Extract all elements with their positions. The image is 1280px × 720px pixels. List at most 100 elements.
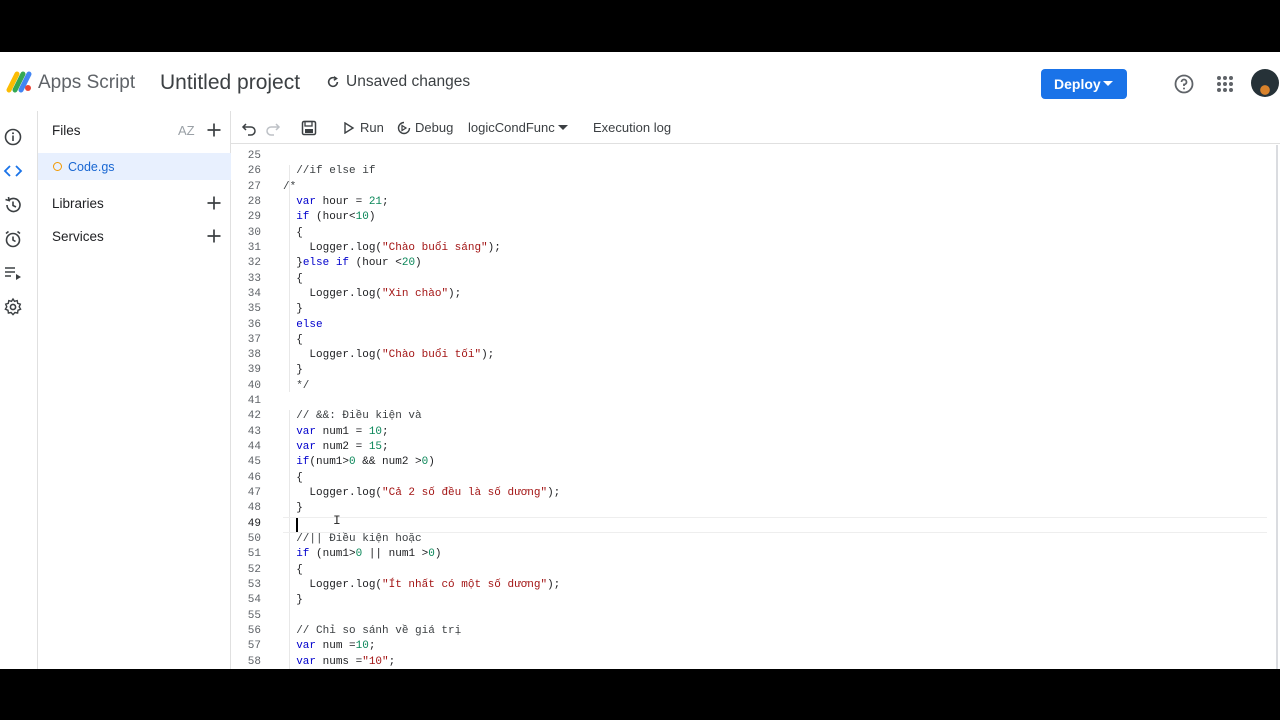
history-icon[interactable] [3,195,23,215]
code-line[interactable]: 42 // &&: Điều kiện và [231,409,1261,424]
code-line[interactable]: 36 else [231,318,1261,333]
code-line[interactable]: 43 var num1 = 10; [231,425,1261,440]
line-number: 29 [247,211,261,224]
run-button[interactable]: Run [360,120,384,135]
debug-icon[interactable] [397,121,411,135]
apps-grid-icon[interactable] [1214,73,1236,95]
sort-az-icon[interactable]: AZ [178,123,195,138]
line-number: 28 [247,195,261,208]
code-line[interactable]: 49 [231,517,1261,532]
editor-code-icon[interactable] [3,161,23,181]
line-number: 54 [247,594,261,607]
add-file-plus-icon[interactable] [206,122,222,138]
code-text: if(num1>0 && num2 >0) [296,456,435,469]
code-line[interactable]: 54 } [231,593,1261,608]
line-number: 39 [247,364,261,377]
code-line[interactable]: 34 Logger.log("Xin chào"); [231,287,1261,302]
code-line[interactable]: 33 { [231,272,1261,287]
code-line[interactable]: 25 [231,149,1261,164]
line-number: 36 [247,318,261,331]
code-line[interactable]: 38 Logger.log("Chào buổi tối"); [231,348,1261,363]
code-line[interactable]: 32 }else if (hour <20) [231,256,1261,271]
code-line[interactable]: 27 /* [231,180,1261,195]
code-line[interactable]: 46 { [231,471,1261,486]
redo-icon[interactable] [265,120,281,136]
code-text: if (hour<10) [296,211,376,224]
line-number: 25 [247,150,261,162]
code-text: /* [283,180,297,193]
services-label: Services [52,228,104,244]
text-cursor [296,518,298,532]
function-select-chevron-down-icon[interactable] [558,125,568,130]
triggers-alarm-icon[interactable] [3,229,23,249]
code-line[interactable]: 37 { [231,333,1261,348]
run-play-icon[interactable] [343,122,355,134]
code-editor[interactable]: 25 26 //if else if 27/* 28 var hour = 21; 29… [231,145,1278,669]
app-header: Apps Script Untitled project Unsaved cha… [0,52,1280,111]
code-text: var num1 = 10; [296,425,389,438]
execution-log-button[interactable]: Execution log [593,120,671,135]
sync-icon [327,76,339,88]
code-text: { [283,563,303,576]
editor-scrollbar[interactable] [1276,145,1278,669]
code-text: } [283,594,303,607]
code-line[interactable]: 28 var hour = 21; [231,195,1261,210]
code-line[interactable]: 39 } [231,363,1261,378]
line-number: 58 [247,655,261,668]
function-select[interactable]: logicCondFunc [468,120,555,135]
help-icon[interactable] [1173,73,1195,95]
editor-toolbar: Run Debug logicCondFunc Execution log [231,111,1280,144]
code-line[interactable]: 56 // Chỉ so sánh về giá trị [231,624,1261,639]
code-text: // &&: Điều kiện và [296,410,422,423]
overview-info-icon[interactable] [3,127,23,147]
code-line[interactable]: 55 [231,609,1261,624]
code-line[interactable]: 44 var num2 = 15; [231,440,1261,455]
code-text: //|| Điều kiện hoặc [296,533,422,545]
save-status-text: Unsaved changes [346,73,471,90]
line-number: 57 [247,640,261,653]
code-line[interactable]: 29 if (hour<10) [231,210,1261,225]
line-number: 55 [247,609,261,622]
code-text: { [283,272,303,285]
project-title[interactable]: Untitled project [160,71,300,95]
code-line[interactable]: 57 var num =10; [231,639,1261,654]
line-number: 30 [247,226,261,239]
code-line[interactable]: 30 { [231,226,1261,241]
add-library-plus-icon[interactable] [206,195,222,211]
deploy-button-label: Deploy [1054,76,1101,92]
add-service-plus-icon[interactable] [206,228,222,244]
code-text: Logger.log("Xin chào"); [283,287,462,300]
code-line[interactable]: 50 //|| Điều kiện hoặc [231,532,1261,547]
code-text: var nums ="10"; [296,655,396,668]
code-line[interactable]: 52 { [231,563,1261,578]
code-line[interactable]: 26 //if else if [231,164,1261,179]
save-project-icon[interactable] [301,120,317,136]
code-text: } [283,364,303,377]
avatar[interactable] [1251,69,1279,97]
apps-script-logo-icon[interactable] [6,70,34,94]
code-line[interactable]: 41 [231,394,1261,409]
code-line[interactable]: 40 */ [231,379,1261,394]
code-line[interactable]: 35 } [231,302,1261,317]
file-item-code-gs[interactable]: Code.gs [38,153,231,180]
code-line[interactable]: 47 Logger.log("Cả 2 số đều là số dương")… [231,486,1261,501]
code-line[interactable]: 53 Logger.log("Ít nhất có một số dương")… [231,578,1261,593]
debug-button[interactable]: Debug [415,120,453,135]
settings-gear-icon[interactable] [3,297,23,317]
code-line[interactable]: 58 var nums ="10"; [231,655,1261,669]
executions-list-icon[interactable] [3,263,23,283]
code-line[interactable]: 48 } [231,501,1261,516]
line-number: 32 [247,257,261,270]
undo-icon[interactable] [241,120,257,136]
deploy-button[interactable]: Deploy [1041,69,1127,99]
code-text: //if else if [296,165,376,178]
line-number: 26 [247,165,261,178]
mouse-ibeam-cursor-icon: I [333,513,341,528]
line-number: 41 [247,395,261,408]
code-text: var hour = 21; [296,195,389,208]
code-line[interactable]: 45 if(num1>0 && num2 >0) [231,455,1261,470]
code-line[interactable]: 31 Logger.log("Chào buổi sáng"); [231,241,1261,256]
line-number: 38 [247,349,261,362]
chevron-down-icon [1103,81,1113,86]
code-line[interactable]: 51 if (num1>0 || num1 >0) [231,547,1261,562]
